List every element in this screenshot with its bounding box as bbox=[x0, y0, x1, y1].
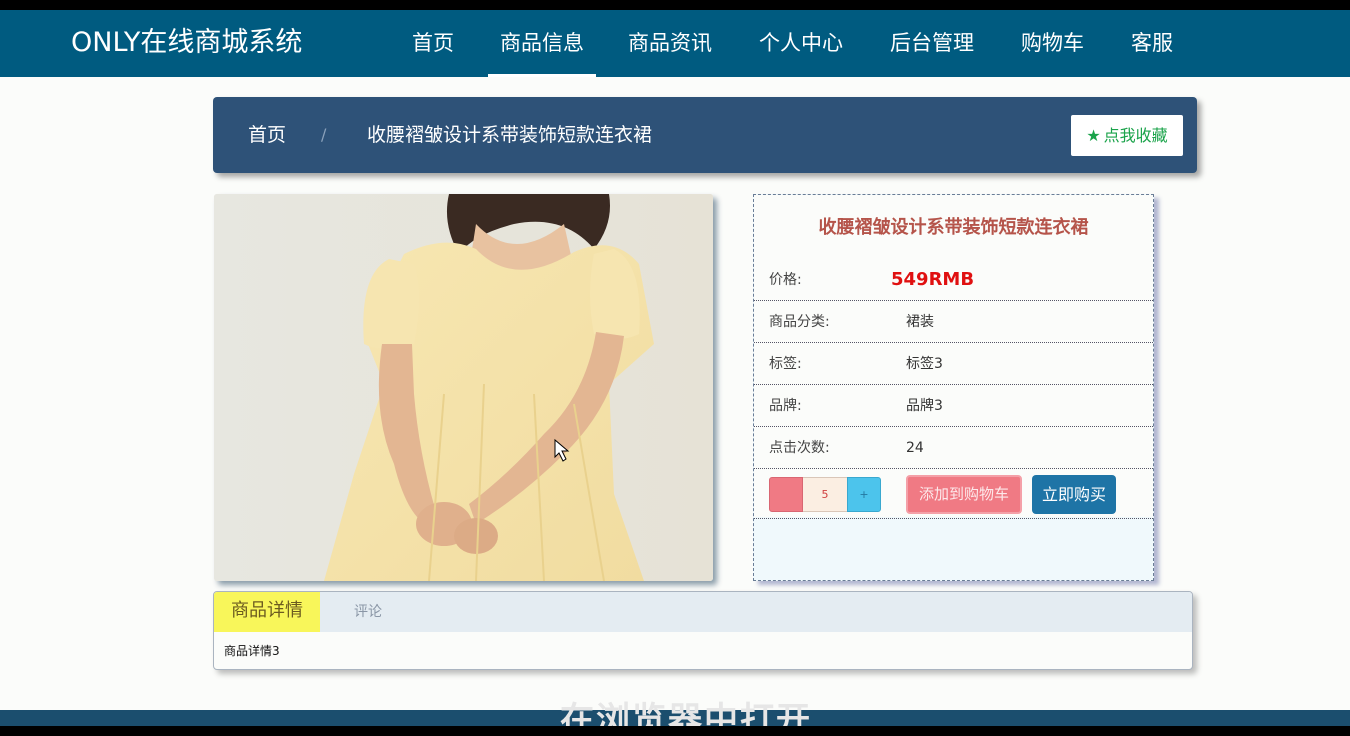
top-nav: ONLY在线商城系统 首页 商品信息 商品资讯 个人中心 后台管理 购物车 客服 bbox=[0, 10, 1350, 77]
nav-support[interactable]: 客服 bbox=[1129, 10, 1175, 77]
price-label: 价格: bbox=[769, 272, 802, 288]
dress-photo bbox=[214, 194, 713, 581]
category-row: 商品分类: 裙装 bbox=[754, 301, 1153, 343]
buy-now-button[interactable]: 立即购买 bbox=[1032, 475, 1116, 514]
tag-value: 标签3 bbox=[906, 356, 943, 372]
quantity-decrease-button[interactable] bbox=[769, 477, 803, 512]
brand-row: 品牌: 品牌3 bbox=[754, 385, 1153, 427]
tag-row: 标签: 标签3 bbox=[754, 343, 1153, 385]
add-to-cart-button[interactable]: 添加到购物车 bbox=[906, 475, 1022, 514]
product-tabs: 商品详情 评论 商品详情3 bbox=[213, 591, 1193, 670]
nav-news[interactable]: 商品资讯 bbox=[626, 10, 714, 77]
tag-label: 标签: bbox=[769, 356, 802, 372]
product-title: 收腰褶皱设计系带装饰短款连衣裙 bbox=[818, 217, 1089, 238]
tab-strip: 商品详情 评论 bbox=[214, 592, 1192, 632]
breadcrumb: 首页 / 收腰褶皱设计系带装饰短款连衣裙 ★ 点我收藏 bbox=[213, 97, 1197, 173]
product-detail-panel: 收腰褶皱设计系带装饰短款连衣裙 价格: 549RMB 商品分类: 裙装 标签: … bbox=[753, 194, 1154, 581]
breadcrumb-separator: / bbox=[321, 125, 327, 144]
brand-value: 品牌3 bbox=[906, 398, 943, 414]
price-row: 价格: 549RMB bbox=[754, 259, 1153, 301]
video-subtitle: 在浏览器中打开 bbox=[560, 700, 812, 726]
purchase-row: 5 + 添加到购物车 立即购买 bbox=[754, 469, 1153, 519]
category-label: 商品分类: bbox=[769, 314, 830, 330]
quantity-input[interactable]: 5 bbox=[803, 477, 847, 512]
quantity-increase-button[interactable]: + bbox=[847, 477, 881, 512]
breadcrumb-current: 收腰褶皱设计系带装饰短款连衣裙 bbox=[367, 124, 653, 146]
nav-home[interactable]: 首页 bbox=[410, 10, 456, 77]
favorite-label: 点我收藏 bbox=[1103, 126, 1168, 145]
brand-label: 品牌: bbox=[769, 398, 802, 414]
tab-product-details[interactable]: 商品详情 bbox=[214, 592, 320, 632]
category-value: 裙装 bbox=[906, 314, 934, 330]
breadcrumb-home[interactable]: 首页 bbox=[248, 121, 286, 149]
clicks-row: 点击次数: 24 bbox=[754, 427, 1153, 469]
price-value: 549RMB bbox=[891, 269, 975, 290]
nav-admin[interactable]: 后台管理 bbox=[888, 10, 976, 77]
detail-info: 收腰褶皱设计系带装饰短款连衣裙 价格: 549RMB 商品分类: 裙装 标签: … bbox=[754, 195, 1153, 519]
nav-user-center[interactable]: 个人中心 bbox=[757, 10, 845, 77]
clicks-value: 24 bbox=[906, 440, 924, 456]
nav-cart[interactable]: 购物车 bbox=[1019, 10, 1086, 77]
nav-products[interactable]: 商品信息 bbox=[488, 10, 596, 77]
browser-viewport: ONLY在线商城系统 首页 商品信息 商品资讯 个人中心 后台管理 购物车 客服… bbox=[0, 10, 1350, 726]
product-image[interactable] bbox=[214, 194, 713, 581]
clicks-label: 点击次数: bbox=[769, 440, 830, 456]
favorite-button[interactable]: ★ 点我收藏 bbox=[1071, 115, 1183, 156]
tab-comments[interactable]: 评论 bbox=[354, 592, 382, 632]
tab-content-text: 商品详情3 bbox=[224, 644, 280, 658]
star-icon: ★ bbox=[1086, 126, 1101, 145]
site-brand[interactable]: ONLY在线商城系统 bbox=[71, 26, 302, 60]
